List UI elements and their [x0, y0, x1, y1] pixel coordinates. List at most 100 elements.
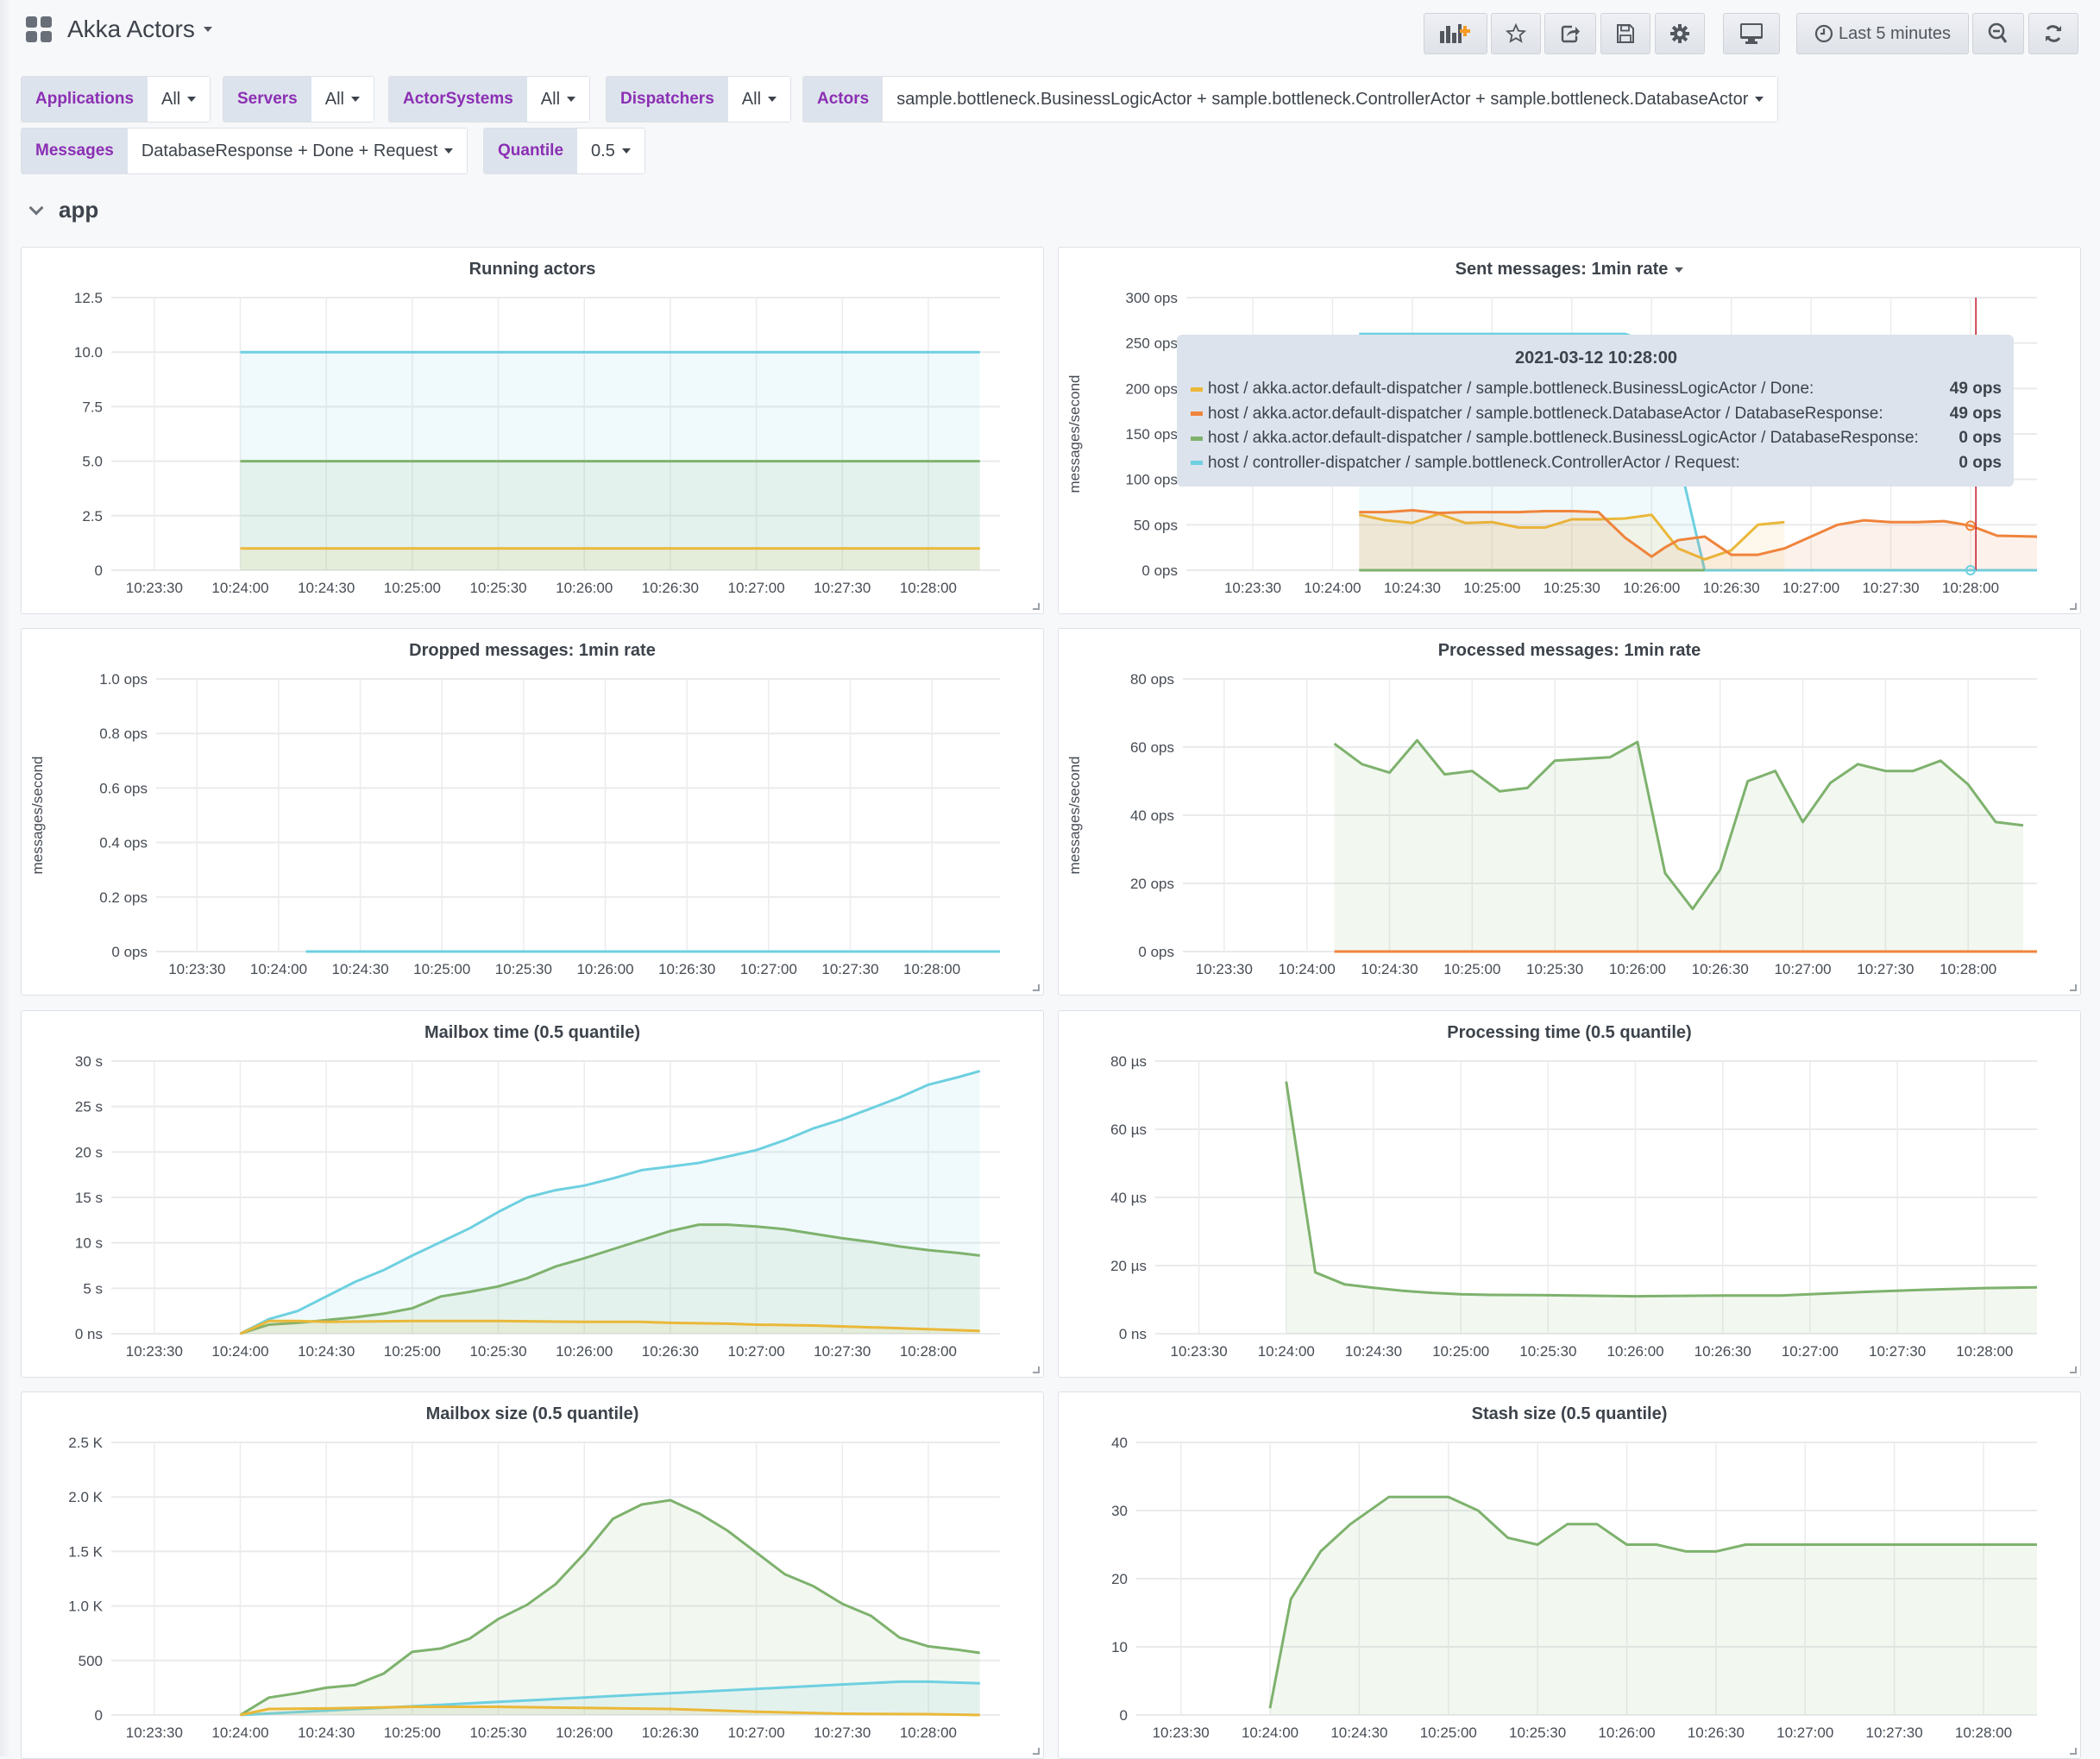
- x-tick-label: 10:27:30: [814, 1724, 871, 1741]
- panel-title[interactable]: Running actors: [22, 260, 1043, 280]
- variable-messages[interactable]: Messages DatabaseResponse + Done + Reque…: [21, 128, 468, 174]
- x-tick-label: 10:26:30: [1692, 961, 1749, 977]
- variable-label: Servers: [223, 77, 311, 122]
- y-tick-label: 80 ops: [1130, 671, 1174, 688]
- chart-processing-time[interactable]: 0 ns 20 µs 40 µs 60 µs 80 µs 10:23:30 10:24:00…: [1059, 1011, 2080, 1377]
- series-group: [1285, 1081, 2037, 1334]
- variable-value-dropdown[interactable]: DatabaseResponse + Done + Request: [127, 129, 468, 173]
- zoom-out-icon: [1988, 22, 2008, 43]
- y-tick-label: 0.8 ops: [99, 726, 148, 742]
- panel-title[interactable]: Mailbox size (0.5 quantile): [22, 1404, 1043, 1424]
- y-tick-label: 50 ops: [1134, 517, 1178, 533]
- chevron-down-icon: [28, 200, 44, 215]
- tv-mode-button[interactable]: [1723, 13, 1780, 54]
- x-tick-label: 10:26:00: [576, 961, 633, 977]
- panel-title[interactable]: Processing time (0.5 quantile): [1059, 1023, 2080, 1043]
- caret-down-icon: [1755, 97, 1764, 102]
- zoom-out-button[interactable]: [1972, 13, 2024, 54]
- dashboard-title: Akka Actors: [67, 16, 195, 42]
- y-tick-label: 0 ops: [111, 944, 148, 960]
- x-tick-label: 10:28:00: [1956, 1343, 2013, 1360]
- y-tick-label: 500: [79, 1653, 103, 1669]
- panel-resize-handle[interactable]: [2070, 603, 2077, 610]
- chart-mailbox-size[interactable]: 0 500 1.0 K 1.5 K 2.0 K 2.5 K 10:23:30 10:24:00…: [22, 1392, 1043, 1758]
- variable-value-dropdown[interactable]: 0.5: [577, 129, 644, 173]
- star-button[interactable]: [1491, 13, 1541, 54]
- panel-resize-handle[interactable]: [2070, 1748, 2077, 1755]
- x-tick-label: 10:26:30: [658, 961, 715, 977]
- x-tick-label: 10:24:00: [211, 580, 268, 596]
- dashboard-settings-button[interactable]: [1655, 13, 1705, 54]
- tooltip-series-value: 49 ops: [1949, 404, 2002, 423]
- dashboard-navbar: Akka Actors Last 5 minutes: [0, 0, 2100, 67]
- x-tick-label: 10:24:00: [250, 961, 307, 977]
- refresh-button[interactable]: [2028, 13, 2078, 54]
- add-panel-button[interactable]: [1424, 13, 1487, 54]
- x-tick-label: 10:28:00: [1940, 961, 1996, 977]
- panel-resize-handle[interactable]: [1033, 1748, 1040, 1755]
- panel-title-menu[interactable]: Sent messages: 1min rate: [1059, 260, 2080, 280]
- share-button[interactable]: [1544, 13, 1596, 54]
- y-axis-label: messages/second: [1066, 374, 1083, 493]
- y-tick-label: 1.5 K: [68, 1543, 103, 1560]
- variable-value: All: [161, 89, 181, 109]
- y-tick-label: 1.0 K: [68, 1599, 103, 1615]
- x-tick-label: 10:26:00: [1598, 1724, 1655, 1741]
- page-edge: [0, 0, 10, 1756]
- variable-actors[interactable]: Actors sample.bottleneck.BusinessLogicAc…: [802, 76, 1779, 123]
- variable-servers[interactable]: Servers All: [223, 76, 374, 123]
- variable-value-dropdown[interactable]: sample.bottleneck.BusinessLogicActor + s…: [883, 77, 1778, 122]
- panel-title[interactable]: Stash size (0.5 quantile): [1059, 1404, 2080, 1424]
- y-tick-label: 40 µs: [1110, 1190, 1147, 1206]
- x-tick-label: 10:23:30: [126, 580, 183, 596]
- x-tick-label: 10:27:30: [1857, 961, 1914, 977]
- series-group: [1333, 738, 2037, 953]
- series-line[interactable]: [1285, 1081, 2037, 1298]
- x-tick-label: 10:25:30: [469, 1343, 526, 1360]
- chart-mailbox-time[interactable]: 0 ns 5 s 10 s 15 s 20 s 25 s 30 s 10:23:30 10:24…: [22, 1011, 1043, 1377]
- y-tick-label: 60 µs: [1110, 1121, 1147, 1138]
- panel-resize-handle[interactable]: [2070, 984, 2077, 991]
- x-tick-label: 10:28:00: [900, 580, 957, 596]
- panel-resize-handle[interactable]: [1033, 603, 1040, 610]
- variable-value-dropdown[interactable]: All: [311, 77, 374, 122]
- panel-resize-handle[interactable]: [1033, 984, 1040, 991]
- y-tick-label: 20 s: [75, 1144, 103, 1160]
- x-tick-label: 10:26:00: [556, 1724, 613, 1741]
- panel-resize-handle[interactable]: [2070, 1366, 2077, 1373]
- x-tick-label: 10:24:30: [298, 580, 355, 596]
- x-tick-label: 10:24:00: [1279, 961, 1336, 977]
- y-axis-label: messages/second: [29, 756, 46, 874]
- panel-title[interactable]: Processed messages: 1min rate: [1059, 641, 2080, 661]
- x-tick-label: 10:27:00: [1774, 961, 1831, 977]
- chart-dropped-messages[interactable]: 0 ops 0.2 ops 0.4 ops 0.6 ops 0.8 ops 1.0 ops…: [22, 629, 1043, 995]
- x-tick-label: 10:27:00: [727, 1343, 784, 1360]
- panel-title[interactable]: Mailbox time (0.5 quantile): [22, 1023, 1043, 1043]
- variable-value: All: [741, 89, 762, 109]
- variable-value-dropdown[interactable]: All: [526, 77, 590, 122]
- y-tick-label: 80 µs: [1110, 1053, 1147, 1070]
- y-tick-label: 2.0 K: [68, 1489, 103, 1505]
- tooltip-series-name: host / akka.actor.default-dispatcher / s…: [1208, 404, 1883, 423]
- series-color-swatch: [1191, 411, 1203, 417]
- chart-running-actors[interactable]: 0 2.5 5.0 7.5 10.0 12.5 10:23:30 10:24:00 10:24:…: [22, 248, 1043, 613]
- save-button[interactable]: [1600, 13, 1650, 54]
- time-range-picker[interactable]: Last 5 minutes: [1796, 13, 1969, 54]
- variable-applications[interactable]: Applications All: [21, 76, 211, 123]
- y-tick-label: 0 ns: [1119, 1326, 1147, 1342]
- share-icon: [1561, 25, 1580, 43]
- chart-processed-messages[interactable]: 0 ops 20 ops 40 ops 60 ops 80 ops 10:23:30 10:…: [1059, 629, 2080, 995]
- x-tick-label: 10:24:30: [298, 1724, 355, 1741]
- dashboard-title-picker[interactable]: Akka Actors: [26, 16, 212, 43]
- panel-resize-handle[interactable]: [1033, 1366, 1040, 1373]
- x-tick-label: 10:25:00: [384, 580, 441, 596]
- chart-stash-size[interactable]: 0 10 20 30 40 10:23:30 10:24:00 10:24:30 10:25:0…: [1059, 1392, 2080, 1758]
- variable-dispatchers[interactable]: Dispatchers All: [606, 76, 792, 123]
- panel-title[interactable]: Dropped messages: 1min rate: [22, 641, 1043, 661]
- row-header-app[interactable]: app: [28, 197, 98, 223]
- variable-value-dropdown[interactable]: All: [148, 77, 211, 122]
- variable-value-dropdown[interactable]: All: [727, 77, 791, 122]
- y-tick-label: 5.0: [82, 454, 103, 470]
- variable-actorsystems[interactable]: ActorSystems All: [388, 76, 591, 123]
- variable-quantile[interactable]: Quantile 0.5: [483, 128, 645, 174]
